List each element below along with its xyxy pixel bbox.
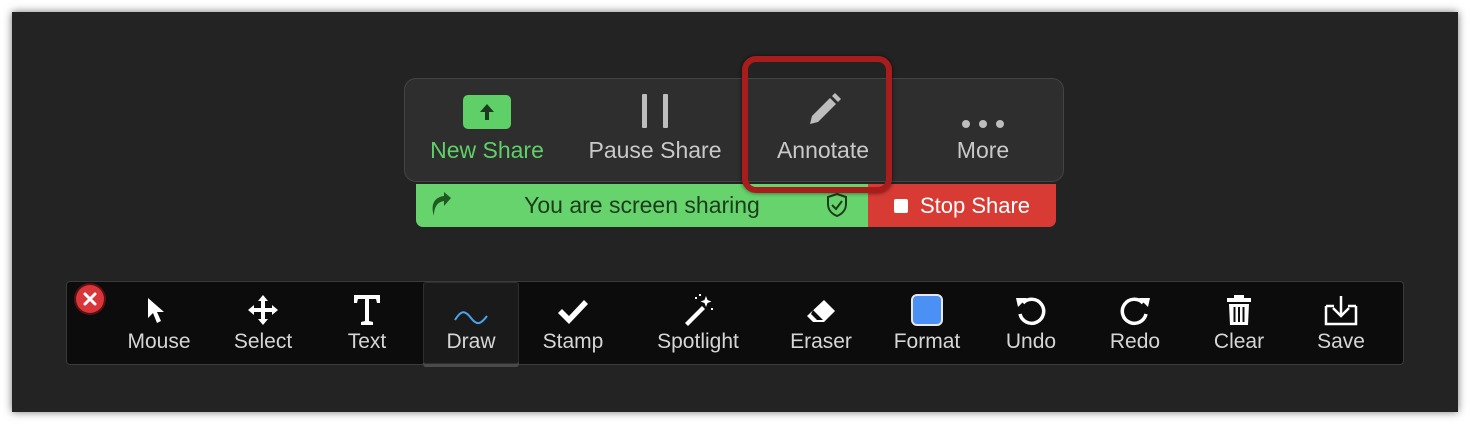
save-label: Save: [1317, 330, 1365, 353]
close-annotation-button[interactable]: [76, 285, 104, 313]
undo-button[interactable]: Undo: [979, 282, 1083, 364]
annotation-toolbar: Mouse Select Text Draw Stamp Spotlight E…: [66, 281, 1404, 365]
eraser-icon: [807, 300, 835, 322]
redo-label: Redo: [1109, 330, 1161, 353]
pause-share-button[interactable]: Pause Share: [573, 79, 737, 181]
save-button[interactable]: Save: [1289, 282, 1393, 364]
close-icon: [83, 292, 97, 306]
redo-icon: [1120, 297, 1150, 326]
stamp-tool[interactable]: Stamp: [521, 282, 625, 364]
share-arrow-icon: [432, 192, 451, 216]
trash-icon: [1227, 295, 1251, 325]
draw-tool[interactable]: Draw: [423, 282, 519, 364]
text-icon: [354, 295, 380, 325]
pause-share-label: Pause Share: [588, 137, 722, 163]
stamp-tool-label: Stamp: [542, 330, 604, 353]
eraser-tool[interactable]: Eraser: [769, 282, 873, 364]
cursor-icon: [148, 298, 164, 323]
spotlight-tool[interactable]: Spotlight: [637, 282, 759, 364]
new-share-button[interactable]: New Share: [405, 79, 569, 181]
mouse-tool[interactable]: Mouse: [107, 282, 211, 364]
redo-button[interactable]: Redo: [1083, 282, 1187, 364]
undo-icon: [1016, 297, 1046, 326]
pause-icon: [642, 94, 668, 128]
stop-square-icon: [893, 198, 908, 213]
move-icon: [248, 295, 278, 325]
eraser-tool-label: Eraser: [790, 330, 852, 353]
save-icon: [1324, 296, 1358, 326]
more-button[interactable]: More: [901, 79, 1065, 181]
share-toolbar: New Share Pause Share Annotate More: [404, 78, 1064, 182]
mouse-tool-label: Mouse: [127, 330, 191, 353]
up-arrow-icon: [463, 95, 511, 129]
more-dots-icon: [962, 120, 1004, 128]
magic-wand-icon: [685, 294, 713, 326]
annotate-highlight-box: [742, 56, 892, 193]
more-label: More: [956, 137, 1010, 163]
draw-tool-label: Draw: [446, 330, 496, 353]
clear-label: Clear: [1213, 330, 1265, 353]
format-tool-label: Format: [893, 330, 961, 353]
sharing-status-text: You are screen sharing: [524, 192, 760, 218]
text-tool-label: Text: [347, 330, 387, 353]
new-share-label: New Share: [430, 137, 544, 163]
format-tool[interactable]: Format: [875, 282, 979, 364]
color-swatch-icon: [911, 294, 943, 326]
undo-label: Undo: [1005, 330, 1057, 353]
spotlight-tool-label: Spotlight: [657, 330, 739, 353]
squiggle-icon: [454, 311, 488, 324]
select-tool-label: Select: [233, 330, 293, 353]
select-tool[interactable]: Select: [211, 282, 315, 364]
shield-icon: [827, 193, 847, 217]
stop-share-label: Stop Share: [919, 192, 1031, 218]
clear-button[interactable]: Clear: [1187, 282, 1291, 364]
stop-share-button[interactable]: Stop Share: [868, 184, 1056, 227]
screen-sharing-banner: You are screen sharing Stop Share: [416, 184, 1056, 227]
checkmark-icon: [558, 300, 588, 324]
text-tool[interactable]: Text: [315, 282, 419, 364]
